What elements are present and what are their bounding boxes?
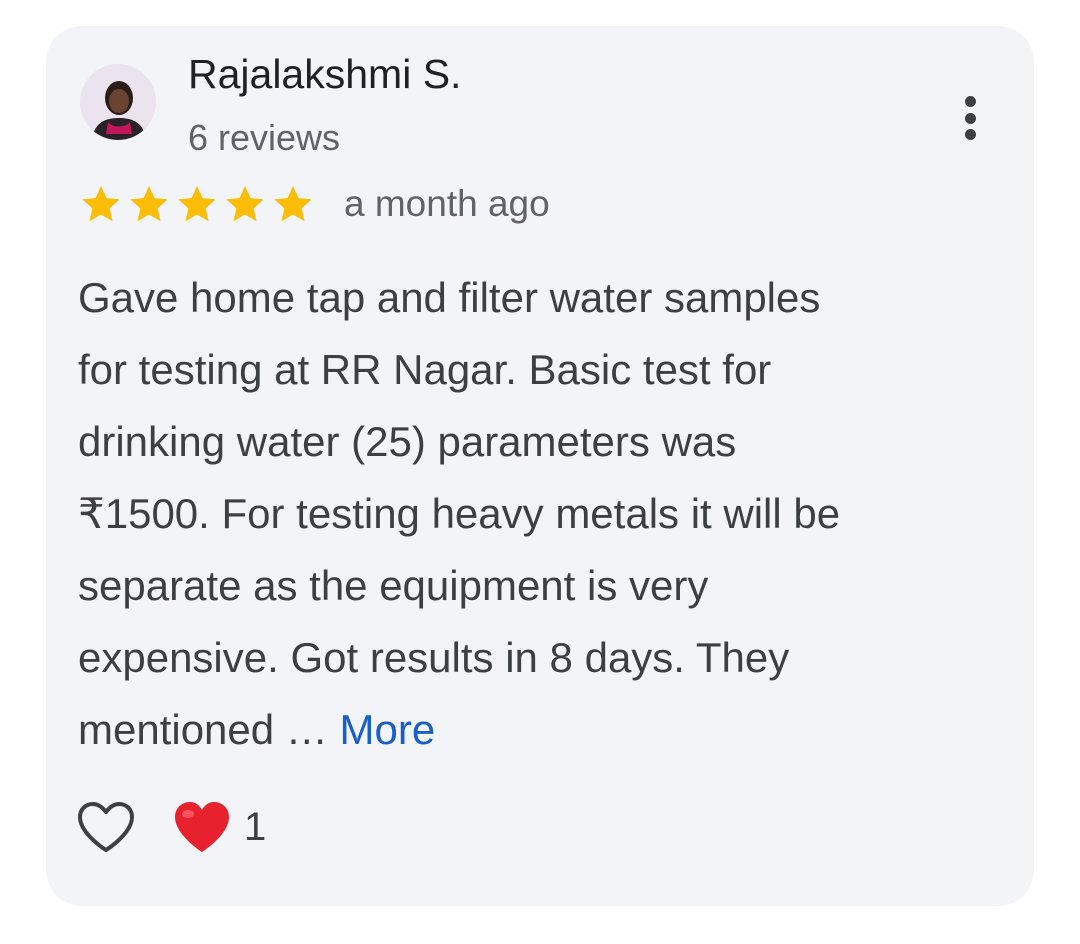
star-filled-icon [178, 186, 216, 222]
star-filled-icon [226, 186, 264, 222]
review-time: a month ago [344, 183, 550, 224]
more-options-button[interactable] [950, 88, 990, 148]
more-vert-icon-dot [964, 129, 976, 140]
avatar-photo [80, 64, 156, 140]
more-vert-icon-dot [964, 112, 976, 124]
reaction-count: 1 [244, 805, 267, 849]
red-heart-icon[interactable] [172, 800, 232, 856]
review-text-line-last: mentioned … More [78, 694, 1008, 766]
review-text-line: drinking water (25) parameters was [78, 418, 737, 465]
star-filled-icon [130, 186, 168, 222]
avatar[interactable] [80, 64, 156, 140]
review-card: Rajalakshmi S. 6 reviews a month ago Gav… [46, 26, 1034, 906]
heart-outline-icon [78, 802, 134, 852]
red-heart-icon-shape [175, 802, 229, 852]
review-text-line: ₹1500. For testing heavy metals it will … [78, 490, 841, 537]
star-filled-icon [274, 186, 312, 222]
review-count[interactable]: 6 reviews [188, 116, 340, 160]
more-vert-icon [964, 96, 976, 107]
review-text-line: for testing at RR Nagar. Basic test for [78, 346, 772, 393]
more-link[interactable]: More [339, 706, 435, 753]
star-rating [78, 182, 316, 226]
review-text-line: separate as the equipment is very [78, 562, 709, 609]
review-text-truncated: mentioned … [78, 706, 328, 753]
review-text-line: expensive. Got results in 8 days. They [78, 634, 790, 681]
review-text-line: Gave home tap and filter water samples [78, 274, 821, 321]
like-button[interactable] [76, 800, 136, 856]
star-filled-icon [82, 186, 120, 222]
review-text: Gave home tap and filter water samples f… [78, 262, 1008, 766]
author-name[interactable]: Rajalakshmi S. [188, 50, 461, 98]
